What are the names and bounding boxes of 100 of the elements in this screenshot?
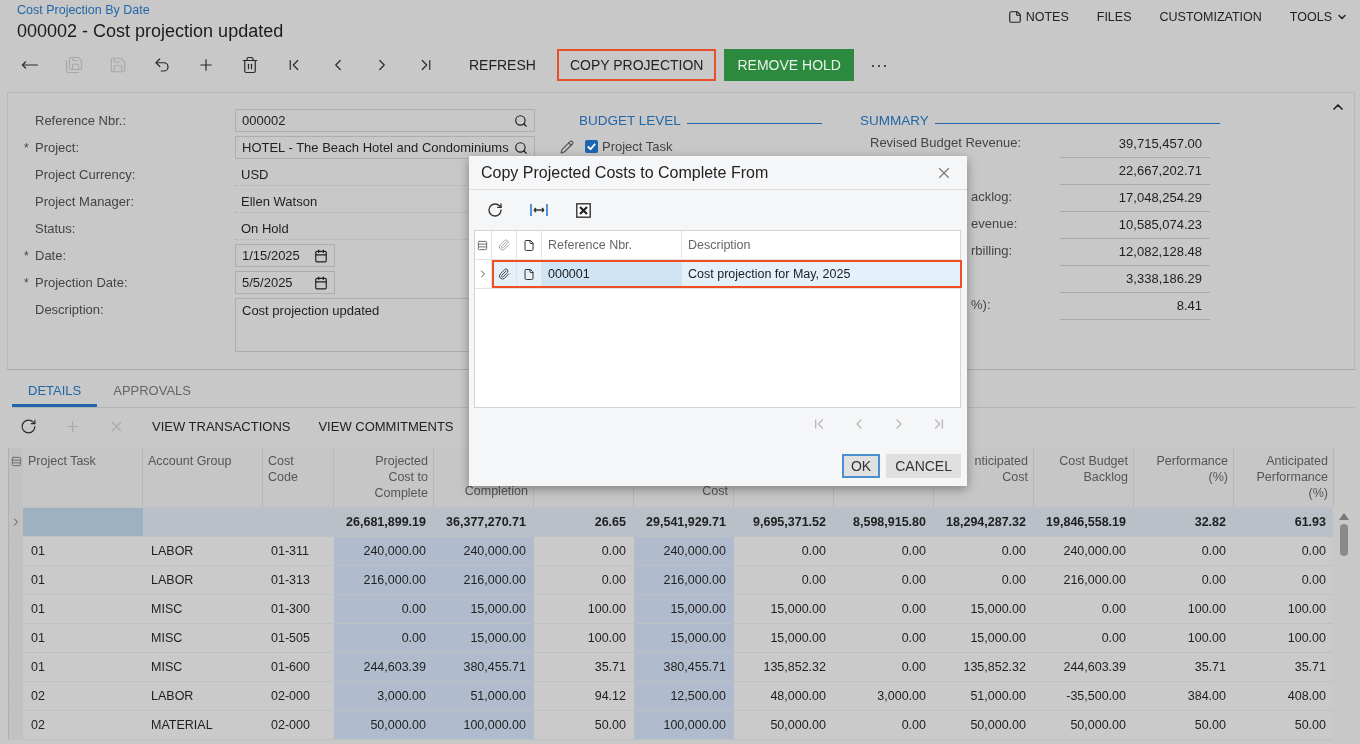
table-cell-text: 0.00 — [1300, 543, 1327, 560]
calendar-icon — [314, 275, 328, 290]
row-selector[interactable] — [9, 448, 23, 507]
summary-label: Revised Budget Revenue: — [869, 134, 1023, 152]
row-selector[interactable] — [9, 508, 23, 536]
table-cell-text: LABOR — [150, 572, 195, 589]
date-field[interactable]: 1/15/2025 — [235, 244, 335, 267]
checkbox[interactable] — [585, 140, 598, 153]
attachment-icon — [498, 268, 510, 280]
table-cell-text: 135,852.32 — [762, 659, 827, 676]
table-row[interactable]: 02 LABOR 02-000 3,000.00 51,000.00 94.12 12,500.00 48,000.00 3,000.00 51,000.00 -35,500.00 384.00 408.00 — [9, 682, 1333, 711]
fit-columns-icon — [530, 203, 548, 217]
tab[interactable]: APPROVALS — [97, 377, 207, 407]
toolbar-button[interactable]: REMOVE HOLD — [724, 49, 854, 81]
table-row[interactable]: 02 MATERIAL 02-000 50,000.00 100,000.00 50.00 100,000.00 50,000.00 0.00 50,000.00 50,000.00 50.00 50.00 — [9, 711, 1333, 740]
column-header[interactable]: Performance (%) — [1134, 448, 1234, 507]
toolbar-button[interactable]: COPY PROJECTION — [556, 49, 717, 81]
table-cell: 380,455.71 — [634, 653, 734, 681]
table-cell-text: 01-300 — [270, 601, 311, 618]
table-row[interactable]: 01 LABOR 01-311 240,000.00 240,000.00 0.00 240,000.00 0.00 0.00 0.00 240,000.00 0.00 0.00 — [9, 537, 1333, 566]
table-cell: 15,000.00 — [634, 595, 734, 623]
scroll-up-icon[interactable] — [1339, 512, 1349, 520]
summary-value: 8.41 — [1060, 293, 1210, 320]
grid-toolbar-button[interactable]: VIEW COMMITMENTS — [304, 419, 468, 434]
table-cell-text: -35,500.00 — [1065, 688, 1127, 705]
field-label: Project: — [35, 139, 81, 157]
table-cell: Cost projection for May, 2025 — [688, 267, 851, 281]
table-row[interactable]: 01 MISC 01-505 0.00 15,000.00 100.00 15,000.00 15,000.00 0.00 15,000.00 0.00 100.00 100.00 — [9, 624, 1333, 653]
summary-label: rbilling: — [970, 242, 1014, 260]
scrollbar-thumb[interactable] — [1340, 524, 1348, 556]
table-cell-text: LABOR — [150, 543, 195, 560]
tab[interactable]: DETAILS — [12, 377, 98, 407]
table-cell-text: 02 — [30, 688, 46, 705]
table-cell-text: MISC — [150, 601, 184, 618]
table-row[interactable]: 000001 Cost projection for May, 2025 — [492, 260, 962, 288]
table-cell-text: 0.00 — [1000, 572, 1027, 589]
table-cell-text: 48,000.00 — [769, 688, 827, 705]
header-link[interactable]: TOOLS — [1289, 8, 1348, 26]
table-cell-text: 61.93 — [1293, 514, 1327, 531]
required-marker: * — [24, 275, 30, 292]
required-marker: * — [24, 140, 30, 157]
date-field[interactable]: 5/5/2025 — [235, 271, 335, 294]
summary-value: 12,082,128.48 — [1060, 239, 1210, 266]
table-cell: 0.00 — [334, 624, 434, 652]
table-row[interactable]: 01 LABOR 01-313 216,000.00 216,000.00 0.00 216,000.00 0.00 0.00 0.00 216,000.00 0.00 0.00 — [9, 566, 1333, 595]
section-title: SUMMARY — [860, 112, 929, 128]
table-cell: 000001 — [548, 267, 590, 281]
header-link[interactable]: FILES — [1096, 8, 1132, 26]
table-cell-text: 0.00 — [1300, 572, 1327, 589]
table-cell-text: 0.00 — [600, 543, 627, 560]
column-chooser-icon[interactable] — [477, 239, 488, 251]
field-label: Reference Nbr.: — [35, 112, 128, 130]
column-header[interactable]: Account Group — [143, 448, 263, 507]
toolbar-button[interactable]: REFRESH — [456, 49, 549, 81]
table-cell-text: MISC — [150, 630, 184, 647]
table-cell-text: 01-311 — [270, 543, 310, 560]
table-cell-text: 29,541,929.71 — [645, 514, 727, 531]
header-link[interactable]: NOTES — [1007, 8, 1069, 26]
table-cell-text: 0.00 — [1100, 601, 1127, 618]
table-cell-text: MATERIAL — [150, 717, 214, 734]
edit-icon[interactable] — [560, 140, 574, 154]
table-cell-text: 50,000.00 — [969, 717, 1027, 734]
dialog-button[interactable]: CANCEL — [886, 454, 961, 478]
table-cell-text: 240,000.00 — [1062, 543, 1127, 560]
table-cell-text: 0.00 — [600, 572, 627, 589]
table-cell-text: 35.71 — [593, 659, 627, 676]
table-row[interactable]: 01 MISC 01-300 0.00 15,000.00 100.00 15,000.00 15,000.00 0.00 15,000.00 0.00 100.00 100.00 — [9, 595, 1333, 624]
column-header[interactable]: Project Task — [23, 448, 143, 507]
table-cell-text: 02-000 — [270, 717, 311, 734]
column-chooser-icon[interactable] — [10, 456, 22, 467]
table-row[interactable]: 01 MISC 01-600 244,603.39 380,455.71 35.71 380,455.71 135,852.32 0.00 135,852.32 244,603.39 35.71 35.71 — [9, 653, 1333, 682]
required-marker: * — [24, 248, 30, 265]
table-cell-text: 100.00 — [586, 601, 627, 618]
column-header[interactable]: Projected Cost to Complete — [334, 448, 434, 507]
column-header[interactable]: Cost Budget Backlog — [1034, 448, 1134, 507]
table-cell: 240,000.00 — [434, 537, 534, 565]
lookup-field[interactable]: 000002 — [235, 109, 535, 132]
table-cell: 15,000.00 — [434, 624, 534, 652]
table-cell-text: 26.65 — [593, 514, 627, 531]
summary-label: acklog: — [970, 188, 1014, 206]
table-cell-text: 0.00 — [1200, 572, 1227, 589]
field-label: Project Currency: — [35, 166, 137, 184]
column-header[interactable]: Cost Code — [263, 448, 334, 507]
grid-toolbar-button[interactable]: VIEW TRANSACTIONS — [138, 419, 305, 434]
dialog-button[interactable]: OK — [841, 454, 881, 478]
table-cell-text: 18,294,287.32 — [945, 514, 1027, 531]
table-cell-text: 15,000.00 — [769, 601, 827, 618]
column-header[interactable]: Anticipated Performance (%) — [1234, 448, 1334, 507]
header-link[interactable]: CUSTOMIZATION — [1159, 8, 1262, 26]
page-title: 000002 - Cost projection updated — [17, 21, 284, 42]
table-cell-text: 50,000.00 — [769, 717, 827, 734]
table-cell-text: 100.00 — [1186, 601, 1227, 618]
more-button[interactable]: ··· — [861, 54, 896, 76]
note-icon — [523, 238, 535, 252]
table-cell-text: 0.00 — [1200, 543, 1227, 560]
breadcrumb-link[interactable]: Cost Projection By Date — [17, 3, 284, 17]
total-row[interactable]: 26,681,899.19 36,377,270.71 26.65 29,541,929.71 9,695,371.52 8,598,915.80 18,294,287.32 19,846,558.19 32.82 61.93 — [9, 508, 1333, 537]
table-cell-text: 100.00 — [1286, 630, 1327, 647]
summary-value: 10,585,074.23 — [1060, 212, 1210, 239]
table-cell: 380,455.71 — [434, 653, 534, 681]
